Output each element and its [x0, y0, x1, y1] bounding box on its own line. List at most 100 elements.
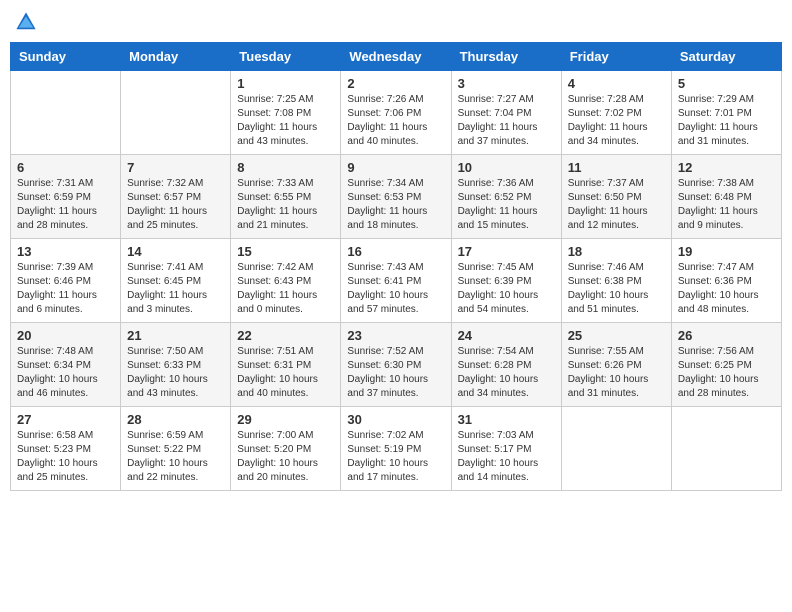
calendar-cell: 4Sunrise: 7:28 AMSunset: 7:02 PMDaylight… — [561, 71, 671, 155]
day-number: 5 — [678, 76, 775, 91]
day-info: Sunrise: 7:03 AMSunset: 5:17 PMDaylight:… — [458, 429, 555, 485]
day-info: Sunrise: 7:37 AMSunset: 6:50 PMDaylight:… — [568, 177, 665, 233]
day-info: Sunrise: 7:26 AMSunset: 7:06 PMDaylight:… — [347, 93, 444, 149]
calendar-cell: 22 Sunrise: 7:51 AMSunset: 6:31 PMDayligh… — [231, 323, 341, 407]
day-info: Sunrise: 7:39 AMSunset: 6:46 PMDaylight:… — [17, 261, 114, 317]
day-number: 1 — [237, 76, 334, 91]
day-number: 14 — [127, 244, 224, 259]
calendar-week-3: 13 Sunrise: 7:39 AMSunset: 6:46 PMDayligh… — [11, 239, 782, 323]
day-info: Sunrise: 6:58 AMSunset: 5:23 PMDaylight:… — [17, 429, 114, 485]
day-info: Sunrise: 7:52 AMSunset: 6:30 PMDaylight:… — [347, 345, 444, 401]
day-number: 18 — [568, 244, 665, 259]
calendar-cell: 8 Sunrise: 7:33 AMSunset: 6:55 PMDaylight… — [231, 155, 341, 239]
day-info: Sunrise: 7:55 AMSunset: 6:26 PMDaylight:… — [568, 345, 665, 401]
calendar-cell — [11, 71, 121, 155]
calendar-cell: 9 Sunrise: 7:34 AMSunset: 6:53 PMDaylight… — [341, 155, 451, 239]
day-number: 9 — [347, 160, 444, 175]
day-info: Sunrise: 7:29 AMSunset: 7:01 PMDaylight:… — [678, 93, 775, 149]
calendar-cell: 24Sunrise: 7:54 AMSunset: 6:28 PMDayligh… — [451, 323, 561, 407]
calendar: SundayMondayTuesdayWednesdayThursdayFrid… — [10, 42, 782, 491]
calendar-cell: 13 Sunrise: 7:39 AMSunset: 6:46 PMDayligh… — [11, 239, 121, 323]
calendar-cell: 17 Sunrise: 7:45 AMSunset: 6:39 PMDayligh… — [451, 239, 561, 323]
calendar-cell: 28Sunrise: 6:59 AMSunset: 5:22 PMDayligh… — [121, 407, 231, 491]
day-info: Sunrise: 7:50 AMSunset: 6:33 PMDaylight:… — [127, 345, 224, 401]
day-number: 29 — [237, 412, 334, 427]
calendar-cell: 16 Sunrise: 7:43 AMSunset: 6:41 PMDayligh… — [341, 239, 451, 323]
day-info: Sunrise: 7:42 AMSunset: 6:43 PMDaylight:… — [237, 261, 334, 317]
day-number: 26 — [678, 328, 775, 343]
day-number: 25 — [568, 328, 665, 343]
calendar-cell: 2 Sunrise: 7:26 AMSunset: 7:06 PMDaylight… — [341, 71, 451, 155]
day-info: Sunrise: 6:59 AMSunset: 5:22 PMDaylight:… — [127, 429, 224, 485]
day-info: Sunrise: 7:33 AMSunset: 6:55 PMDaylight:… — [237, 177, 334, 233]
day-info: Sunrise: 7:56 AMSunset: 6:25 PMDaylight:… — [678, 345, 775, 401]
day-number: 6 — [17, 160, 114, 175]
day-info: Sunrise: 7:45 AMSunset: 6:39 PMDaylight:… — [458, 261, 555, 317]
day-number: 27 — [17, 412, 114, 427]
calendar-cell: 5 Sunrise: 7:29 AMSunset: 7:01 PMDaylight… — [671, 71, 781, 155]
calendar-cell — [671, 407, 781, 491]
day-info: Sunrise: 7:51 AMSunset: 6:31 PMDaylight:… — [237, 345, 334, 401]
calendar-cell: 18 Sunrise: 7:46 AMSunset: 6:38 PMDayligh… — [561, 239, 671, 323]
calendar-cell: 27 Sunrise: 6:58 AMSunset: 5:23 PMDayligh… — [11, 407, 121, 491]
day-number: 31 — [458, 412, 555, 427]
day-info: Sunrise: 7:54 AMSunset: 6:28 PMDaylight:… — [458, 345, 555, 401]
calendar-cell: 25 Sunrise: 7:55 AMSunset: 6:26 PMDayligh… — [561, 323, 671, 407]
day-info: Sunrise: 7:47 AMSunset: 6:36 PMDaylight:… — [678, 261, 775, 317]
day-number: 19 — [678, 244, 775, 259]
calendar-header-tuesday: Tuesday — [231, 43, 341, 71]
header — [10, 10, 782, 34]
calendar-cell: 6 Sunrise: 7:31 AMSunset: 6:59 PMDaylight… — [11, 155, 121, 239]
day-number: 17 — [458, 244, 555, 259]
calendar-header-thursday: Thursday — [451, 43, 561, 71]
logo-icon — [14, 10, 38, 34]
day-number: 10 — [458, 160, 555, 175]
calendar-cell: 11 Sunrise: 7:37 AMSunset: 6:50 PMDayligh… — [561, 155, 671, 239]
day-info: Sunrise: 7:38 AMSunset: 6:48 PMDaylight:… — [678, 177, 775, 233]
day-info: Sunrise: 7:25 AMSunset: 7:08 PMDaylight:… — [237, 93, 334, 149]
day-number: 4 — [568, 76, 665, 91]
day-number: 7 — [127, 160, 224, 175]
day-info: Sunrise: 7:46 AMSunset: 6:38 PMDaylight:… — [568, 261, 665, 317]
calendar-header-saturday: Saturday — [671, 43, 781, 71]
day-info: Sunrise: 7:36 AMSunset: 6:52 PMDaylight:… — [458, 177, 555, 233]
day-number: 13 — [17, 244, 114, 259]
calendar-week-5: 27 Sunrise: 6:58 AMSunset: 5:23 PMDayligh… — [11, 407, 782, 491]
calendar-cell: 14Sunrise: 7:41 AMSunset: 6:45 PMDayligh… — [121, 239, 231, 323]
calendar-cell: 1 Sunrise: 7:25 AMSunset: 7:08 PMDaylight… — [231, 71, 341, 155]
day-number: 15 — [237, 244, 334, 259]
day-number: 11 — [568, 160, 665, 175]
calendar-week-4: 20Sunrise: 7:48 AMSunset: 6:34 PMDayligh… — [11, 323, 782, 407]
day-info: Sunrise: 7:34 AMSunset: 6:53 PMDaylight:… — [347, 177, 444, 233]
calendar-cell: 23 Sunrise: 7:52 AMSunset: 6:30 PMDayligh… — [341, 323, 451, 407]
calendar-header-sunday: Sunday — [11, 43, 121, 71]
day-info: Sunrise: 7:27 AMSunset: 7:04 PMDaylight:… — [458, 93, 555, 149]
calendar-cell — [121, 71, 231, 155]
calendar-week-2: 6 Sunrise: 7:31 AMSunset: 6:59 PMDaylight… — [11, 155, 782, 239]
day-info: Sunrise: 7:32 AMSunset: 6:57 PMDaylight:… — [127, 177, 224, 233]
calendar-cell: 7 Sunrise: 7:32 AMSunset: 6:57 PMDaylight… — [121, 155, 231, 239]
day-number: 8 — [237, 160, 334, 175]
calendar-cell: 3 Sunrise: 7:27 AMSunset: 7:04 PMDaylight… — [451, 71, 561, 155]
day-number: 30 — [347, 412, 444, 427]
day-info: Sunrise: 7:00 AMSunset: 5:20 PMDaylight:… — [237, 429, 334, 485]
day-number: 2 — [347, 76, 444, 91]
day-info: Sunrise: 7:31 AMSunset: 6:59 PMDaylight:… — [17, 177, 114, 233]
day-number: 21 — [127, 328, 224, 343]
day-info: Sunrise: 7:48 AMSunset: 6:34 PMDaylight:… — [17, 345, 114, 401]
day-number: 22 — [237, 328, 334, 343]
calendar-cell: 30 Sunrise: 7:02 AMSunset: 5:19 PMDayligh… — [341, 407, 451, 491]
day-number: 12 — [678, 160, 775, 175]
page: SundayMondayTuesdayWednesdayThursdayFrid… — [0, 0, 792, 612]
day-number: 16 — [347, 244, 444, 259]
calendar-cell: 15 Sunrise: 7:42 AMSunset: 6:43 PMDayligh… — [231, 239, 341, 323]
day-info: Sunrise: 7:43 AMSunset: 6:41 PMDaylight:… — [347, 261, 444, 317]
day-info: Sunrise: 7:02 AMSunset: 5:19 PMDaylight:… — [347, 429, 444, 485]
calendar-header-wednesday: Wednesday — [341, 43, 451, 71]
calendar-cell: 10 Sunrise: 7:36 AMSunset: 6:52 PMDayligh… — [451, 155, 561, 239]
calendar-cell: 31 Sunrise: 7:03 AMSunset: 5:17 PMDayligh… — [451, 407, 561, 491]
calendar-week-1: 1 Sunrise: 7:25 AMSunset: 7:08 PMDaylight… — [11, 71, 782, 155]
calendar-cell: 19 Sunrise: 7:47 AMSunset: 6:36 PMDayligh… — [671, 239, 781, 323]
day-number: 3 — [458, 76, 555, 91]
day-number: 23 — [347, 328, 444, 343]
